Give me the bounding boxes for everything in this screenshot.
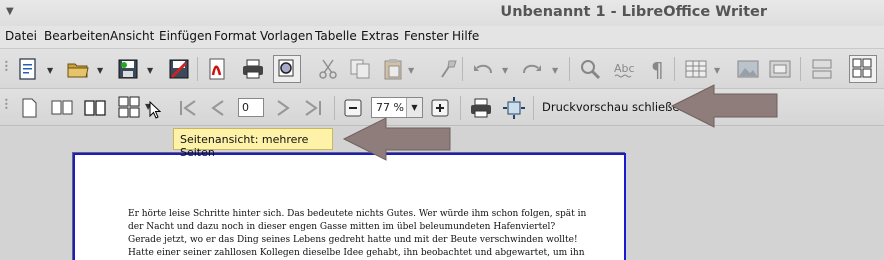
save-dropdown-icon[interactable]: ▼ <box>147 66 153 75</box>
toolbar-separator <box>800 57 801 81</box>
book-view-icon[interactable] <box>83 96 107 120</box>
menu-einfuegen[interactable]: Einfügen <box>159 29 212 43</box>
multiple-pages-icon[interactable] <box>117 95 141 119</box>
toolbar-separator <box>462 57 463 81</box>
export-pdf-icon[interactable] <box>167 57 191 81</box>
mouse-cursor-icon <box>149 101 161 119</box>
zoom-select[interactable]: 77 % ▼ <box>371 97 423 118</box>
close-preview-button[interactable]: Druckvorschau schließen <box>542 100 687 114</box>
zoom-in-icon[interactable] <box>428 96 452 120</box>
menu-vorlagen[interactable]: Vorlagen <box>260 29 313 43</box>
last-page-icon[interactable] <box>301 96 325 120</box>
print-icon[interactable] <box>241 57 265 81</box>
chart-icon[interactable] <box>768 57 792 81</box>
zoom-value: 77 % <box>376 101 404 114</box>
spellcheck-icon[interactable]: Abc <box>613 57 637 81</box>
standard-toolbar: • • • ▼ ▼ ▼ ▼ ▼ ▼ Abc ¶ ▼ <box>0 48 884 88</box>
two-pages-icon[interactable] <box>50 96 74 120</box>
menu-ansicht[interactable]: Ansicht <box>110 29 154 43</box>
save-icon[interactable] <box>116 57 140 81</box>
field-icon[interactable] <box>810 57 834 81</box>
menu-hilfe[interactable]: Hilfe <box>452 29 479 43</box>
toolbar-separator <box>533 96 534 120</box>
print-preview-icon[interactable] <box>273 55 301 83</box>
menu-fenster[interactable]: Fenster <box>404 29 449 43</box>
toolbar-grip[interactable]: • • • <box>4 97 9 113</box>
single-page-icon[interactable] <box>17 96 41 120</box>
table-dropdown-icon[interactable]: ▼ <box>714 66 720 75</box>
page-number-input[interactable]: 0 <box>238 98 264 117</box>
document-line: Hatte einer seiner zahllosen Kollegen di… <box>128 248 585 258</box>
zoom-dropdown-icon[interactable]: ▼ <box>406 98 422 117</box>
cut-icon[interactable] <box>316 57 340 81</box>
undo-dropdown-icon[interactable]: ▼ <box>502 66 508 75</box>
menu-extras[interactable]: Extras <box>361 29 399 43</box>
navigator-icon[interactable] <box>849 55 877 83</box>
title-bar: ▼ Unbenannt 1 - LibreOffice Writer <box>0 0 884 26</box>
menu-format[interactable]: Format <box>214 29 256 43</box>
svg-text:Abc: Abc <box>614 62 635 75</box>
document-line: der Nacht und dazu noch in dieser engen … <box>128 222 556 232</box>
menu-datei[interactable]: Datei <box>5 29 37 43</box>
toolbar-separator <box>334 96 335 120</box>
new-dropdown-icon[interactable]: ▼ <box>47 66 53 75</box>
clone-formatting-icon[interactable] <box>436 57 460 81</box>
window-title: Unbenannt 1 - LibreOffice Writer <box>500 4 767 20</box>
paste-dropdown-icon[interactable]: ▼ <box>408 66 414 75</box>
redo-dropdown-icon[interactable]: ▼ <box>552 66 558 75</box>
svg-text:¶: ¶ <box>651 58 664 81</box>
toolbar-grip[interactable]: • • • <box>4 59 9 75</box>
open-folder-icon[interactable] <box>66 57 90 81</box>
paste-icon[interactable] <box>381 57 405 81</box>
image-icon[interactable] <box>736 57 760 81</box>
formatting-marks-icon[interactable]: ¶ <box>646 57 670 81</box>
document-line: Er hörte leise Schritte hinter sich. Das… <box>128 209 587 219</box>
menu-tabelle[interactable]: Tabelle <box>315 29 357 43</box>
toolbar-separator <box>460 96 461 120</box>
print-preview-toolbar: • • • ▼ 0 77 % ▼ Druckvorschau schließen <box>0 88 884 211</box>
first-page-icon[interactable] <box>176 96 200 120</box>
redo-icon[interactable] <box>520 57 544 81</box>
find-replace-icon[interactable] <box>578 57 602 81</box>
full-screen-icon[interactable] <box>502 96 526 120</box>
pdf-icon[interactable] <box>205 57 229 81</box>
tooltip: Seitenansicht: mehrere Seiten <box>173 128 333 159</box>
document-page[interactable]: Er hörte leise Schritte hinter sich. Das… <box>73 153 626 260</box>
menu-bar: Datei Bearbeiten Ansicht Einfügen Format… <box>0 26 884 48</box>
open-dropdown-icon[interactable]: ▼ <box>97 66 103 75</box>
menu-bearbeiten[interactable]: Bearbeiten <box>44 29 110 43</box>
previous-page-icon[interactable] <box>206 96 230 120</box>
toolbar-separator <box>674 57 675 81</box>
toolbar-separator <box>569 57 570 81</box>
next-page-icon[interactable] <box>271 96 295 120</box>
zoom-out-icon[interactable] <box>341 96 365 120</box>
undo-icon[interactable] <box>471 57 495 81</box>
new-document-icon[interactable] <box>16 57 40 81</box>
document-line: Gerade jetzt, wo er das Ding seines Lebe… <box>128 235 578 245</box>
print-document-icon[interactable] <box>469 96 493 120</box>
toolbar-separator <box>197 57 198 81</box>
table-icon[interactable] <box>684 57 708 81</box>
copy-icon[interactable] <box>348 57 372 81</box>
